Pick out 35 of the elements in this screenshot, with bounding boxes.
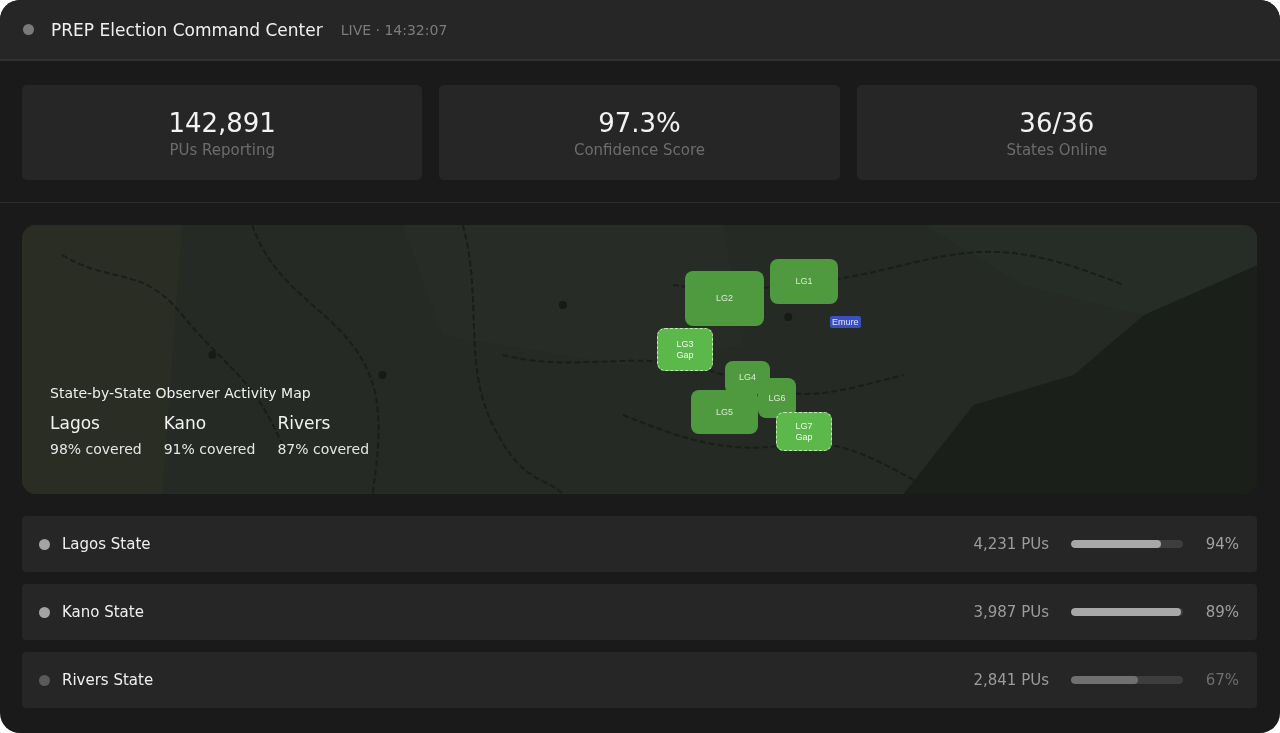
stat-value: 36/36 xyxy=(1019,106,1095,139)
map-zone[interactable]: LG2 xyxy=(685,271,764,326)
map-title: State-by-State Observer Activity Map xyxy=(50,385,312,401)
state-row[interactable]: Rivers State 2,841 PUs 67% xyxy=(22,652,1257,708)
status-dot xyxy=(23,24,34,35)
map-zone[interactable]: LG5 xyxy=(691,390,758,434)
state-name: Lagos xyxy=(50,413,101,433)
state-name: Kano State xyxy=(62,603,145,621)
stat-value: 97.3% xyxy=(598,106,681,139)
state-row[interactable]: Lagos State 4,231 PUs 94% xyxy=(22,516,1257,572)
stat-label: Confidence Score xyxy=(573,140,706,159)
coverage-text: 98% covered xyxy=(50,441,142,457)
pu-count: 2,841 PUs xyxy=(973,671,1049,689)
live-time: LIVE · 14:32:07 xyxy=(340,21,448,38)
stat-value: 142,891 xyxy=(168,106,276,139)
window-title: PREP Election Command Center xyxy=(51,19,323,40)
pu-count: 4,231 PUs xyxy=(973,535,1049,553)
percent-text: 94% xyxy=(1205,535,1239,553)
state-name: Rivers xyxy=(277,413,332,433)
coverage-text: 87% covered xyxy=(277,441,370,457)
map-zone[interactable]: LG7 Gap xyxy=(776,412,832,451)
state-name: Lagos State xyxy=(62,535,152,553)
map-zone[interactable]: LG3 Gap xyxy=(657,328,713,371)
state-name: Rivers State xyxy=(62,671,155,689)
percent-text: 67% xyxy=(1205,671,1239,689)
state-row[interactable]: Kano State 3,987 PUs 89% xyxy=(22,584,1257,640)
map-zone[interactable]: LG4 xyxy=(725,361,770,394)
pu-count: 3,987 PUs xyxy=(973,603,1049,621)
place-tag: Emure xyxy=(830,316,861,328)
stat-label: States Online xyxy=(1006,140,1108,159)
coverage-text: 91% covered xyxy=(163,441,256,457)
map-zone[interactable]: LG1 xyxy=(770,259,838,304)
stat-label: PUs Reporting xyxy=(169,140,275,159)
state-name: Kano xyxy=(163,413,208,433)
percent-text: 89% xyxy=(1205,603,1239,621)
